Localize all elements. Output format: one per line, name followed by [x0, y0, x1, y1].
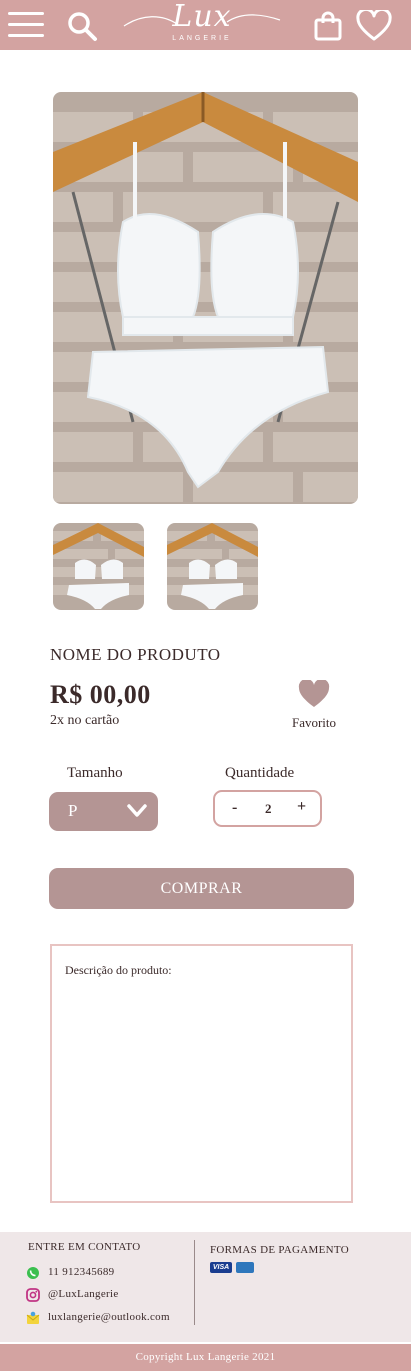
favorite-button[interactable]: Favorito [284, 678, 344, 731]
quantity-label: Quantidade [225, 765, 295, 781]
quantity-value: 2 [265, 801, 272, 816]
contact-phone-text: 11 912345689 [48, 1266, 115, 1278]
footer-divider [194, 1240, 195, 1325]
contact-title: ENTRE EM CONTATO [28, 1241, 141, 1253]
email-icon [26, 1311, 40, 1324]
search-icon[interactable] [66, 10, 98, 42]
product-description-label: Descrição do produto: [65, 963, 172, 977]
product-thumbnail[interactable] [53, 523, 144, 610]
wishlist-heart-icon[interactable] [356, 7, 392, 42]
product-main-image [53, 92, 358, 504]
payment-title: FORMAS DE PAGAMENTO [210, 1244, 349, 1256]
chevron-down-icon [127, 804, 147, 817]
favorite-label: Favorito [291, 715, 337, 730]
contact-instagram-text: @LuxLangerie [48, 1288, 119, 1300]
brand-logo[interactable]: Lux LANGERIE [122, 0, 282, 50]
quantity-stepper: - 2 + [213, 790, 322, 827]
shopping-bag-icon[interactable] [312, 10, 344, 42]
product-description-box: Descrição do produto: [50, 944, 353, 1203]
quantity-decrease-button[interactable]: - [232, 799, 237, 817]
buy-button[interactable]: COMPRAR [49, 868, 354, 909]
instagram-icon [26, 1288, 40, 1302]
size-value: P [68, 801, 78, 820]
product-price: R$ 00,00 [50, 680, 151, 709]
heart-filled-icon [298, 678, 330, 707]
footer: ENTRE EM CONTATO 11 912345689 @LuxLanger… [0, 1232, 411, 1342]
quantity-increase-button[interactable]: + [297, 798, 306, 816]
installments-text: 2x no cartão [50, 713, 120, 728]
visa-icon: VISA [210, 1262, 232, 1273]
product-name: NOME DO PRODUTO [50, 645, 221, 664]
size-select[interactable]: P [49, 792, 158, 831]
amex-icon [236, 1262, 254, 1273]
size-label: Tamanho [67, 765, 123, 781]
menu-icon[interactable] [8, 12, 44, 40]
top-navbar: Lux LANGERIE [0, 0, 411, 50]
contact-email-text: luxlangerie@outlook.com [48, 1311, 170, 1323]
whatsapp-icon [27, 1267, 39, 1279]
copyright-bar: Copyright Lux Langerie 2021 [0, 1344, 411, 1371]
product-thumbnail[interactable] [167, 523, 258, 610]
